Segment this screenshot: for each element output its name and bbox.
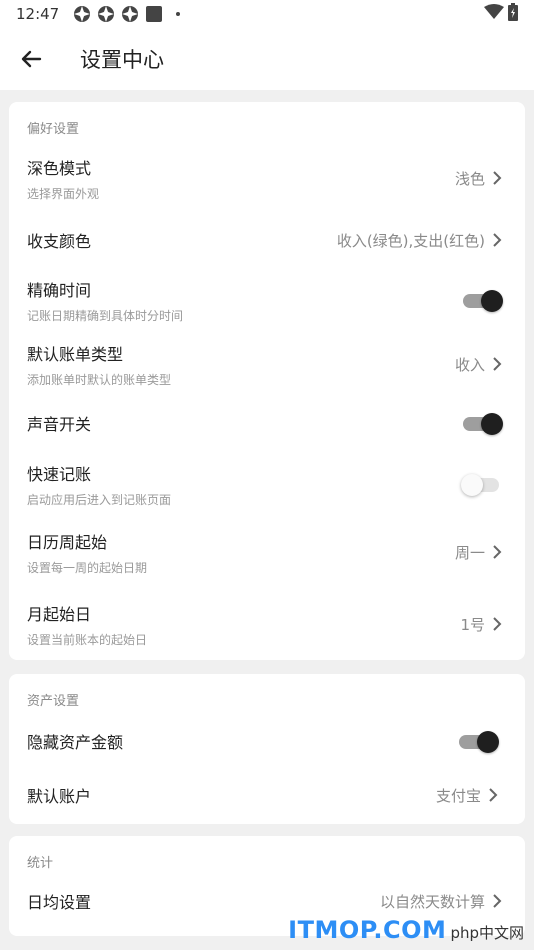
row-label: 收支颜色 xyxy=(27,232,92,251)
row-label: 精确时间 xyxy=(27,280,92,300)
row-subtitle: 记账日期精确到具体时分时间 xyxy=(27,308,184,323)
hide-asset-amount-row: 隐藏资产金额 xyxy=(9,716,525,766)
row-subtitle: 启动应用后进入到记账页面 xyxy=(27,492,172,507)
row-value: 支付宝 xyxy=(435,786,481,805)
preference-settings-card: 偏好设置 深色模式 选择界面外观 浅色 收支颜色 收入(绿色),支出(红色) 精… xyxy=(9,102,525,660)
precise-time-toggle[interactable] xyxy=(463,288,503,312)
default-account-row[interactable]: 默认账户 支付宝 xyxy=(9,770,525,820)
status-time: 12:47 xyxy=(16,5,60,23)
sound-switch-row: 声音开关 xyxy=(9,398,525,448)
row-subtitle: 设置每一周的起始日期 xyxy=(27,560,148,575)
quick-record-toggle[interactable] xyxy=(461,472,503,496)
chevron-right-icon xyxy=(491,616,503,632)
chevron-right-icon xyxy=(491,232,503,248)
battery-icon xyxy=(508,3,518,25)
app-bar: 设置中心 xyxy=(0,28,534,90)
precise-time-row: 精确时间 记账日期精确到具体时分时间 xyxy=(9,268,525,332)
row-subtitle: 选择界面外观 xyxy=(27,186,100,201)
row-label: 声音开关 xyxy=(27,415,92,434)
quick-record-row: 快速记账 启动应用后进入到记账页面 xyxy=(9,452,525,516)
chevron-right-icon xyxy=(491,893,503,909)
more-dot-icon xyxy=(169,5,187,23)
row-value: 1号 xyxy=(460,615,485,634)
row-label: 深色模式 xyxy=(27,158,92,178)
section-title: 偏好设置 xyxy=(27,122,80,137)
row-value: 以自然天数计算 xyxy=(379,892,485,911)
row-label: 月起始日 xyxy=(27,604,92,624)
chevron-right-icon xyxy=(491,544,503,560)
default-bill-type-row[interactable]: 默认账单类型 添加账单时默认的账单类型 收入 xyxy=(9,332,525,396)
row-value: 收入(绿色),支出(红色) xyxy=(336,231,485,250)
chevron-right-icon xyxy=(491,356,503,372)
notification-icon xyxy=(121,5,139,23)
row-label: 日均设置 xyxy=(27,893,92,912)
status-bar: 12:47 xyxy=(0,0,534,28)
row-label: 日历周起始 xyxy=(27,532,108,552)
row-label: 快速记账 xyxy=(27,464,92,484)
section-title: 统计 xyxy=(27,856,54,871)
notification-icon xyxy=(97,5,115,23)
row-label: 默认账单类型 xyxy=(27,344,124,364)
section-title: 资产设置 xyxy=(27,694,80,709)
calendar-week-start-row[interactable]: 日历周起始 设置每一周的起始日期 周一 xyxy=(9,520,525,584)
row-subtitle: 设置当前账本的起始日 xyxy=(27,632,148,647)
row-label: 默认账户 xyxy=(27,787,92,806)
watermark-sub: php中文网 xyxy=(450,924,524,942)
hide-asset-amount-toggle[interactable] xyxy=(459,729,499,753)
row-value: 浅色 xyxy=(454,169,485,188)
watermark: ITMOP.COM php中文网 xyxy=(288,916,524,944)
sound-toggle[interactable] xyxy=(463,411,503,435)
chevron-right-icon xyxy=(487,787,499,803)
row-subtitle: 添加账单时默认的账单类型 xyxy=(27,372,172,387)
asset-settings-card: 资产设置 隐藏资产金额 默认账户 支付宝 xyxy=(9,674,525,824)
watermark-main: ITMOP.COM xyxy=(288,916,447,944)
notification-icon xyxy=(73,5,91,23)
dark-mode-row[interactable]: 深色模式 选择界面外观 浅色 xyxy=(9,146,525,210)
square-notification-icon xyxy=(145,5,163,23)
page-title: 设置中心 xyxy=(80,48,164,72)
wifi-icon xyxy=(484,4,504,24)
row-value: 周一 xyxy=(454,543,485,562)
back-button[interactable] xyxy=(0,28,62,90)
row-value: 收入 xyxy=(454,355,485,374)
month-start-day-row[interactable]: 月起始日 设置当前账本的起始日 1号 xyxy=(9,592,525,656)
chevron-right-icon xyxy=(491,170,503,186)
arrow-left-icon xyxy=(21,50,42,68)
row-label: 隐藏资产金额 xyxy=(27,733,124,752)
income-expense-color-row[interactable]: 收支颜色 收入(绿色),支出(红色) xyxy=(9,214,525,266)
